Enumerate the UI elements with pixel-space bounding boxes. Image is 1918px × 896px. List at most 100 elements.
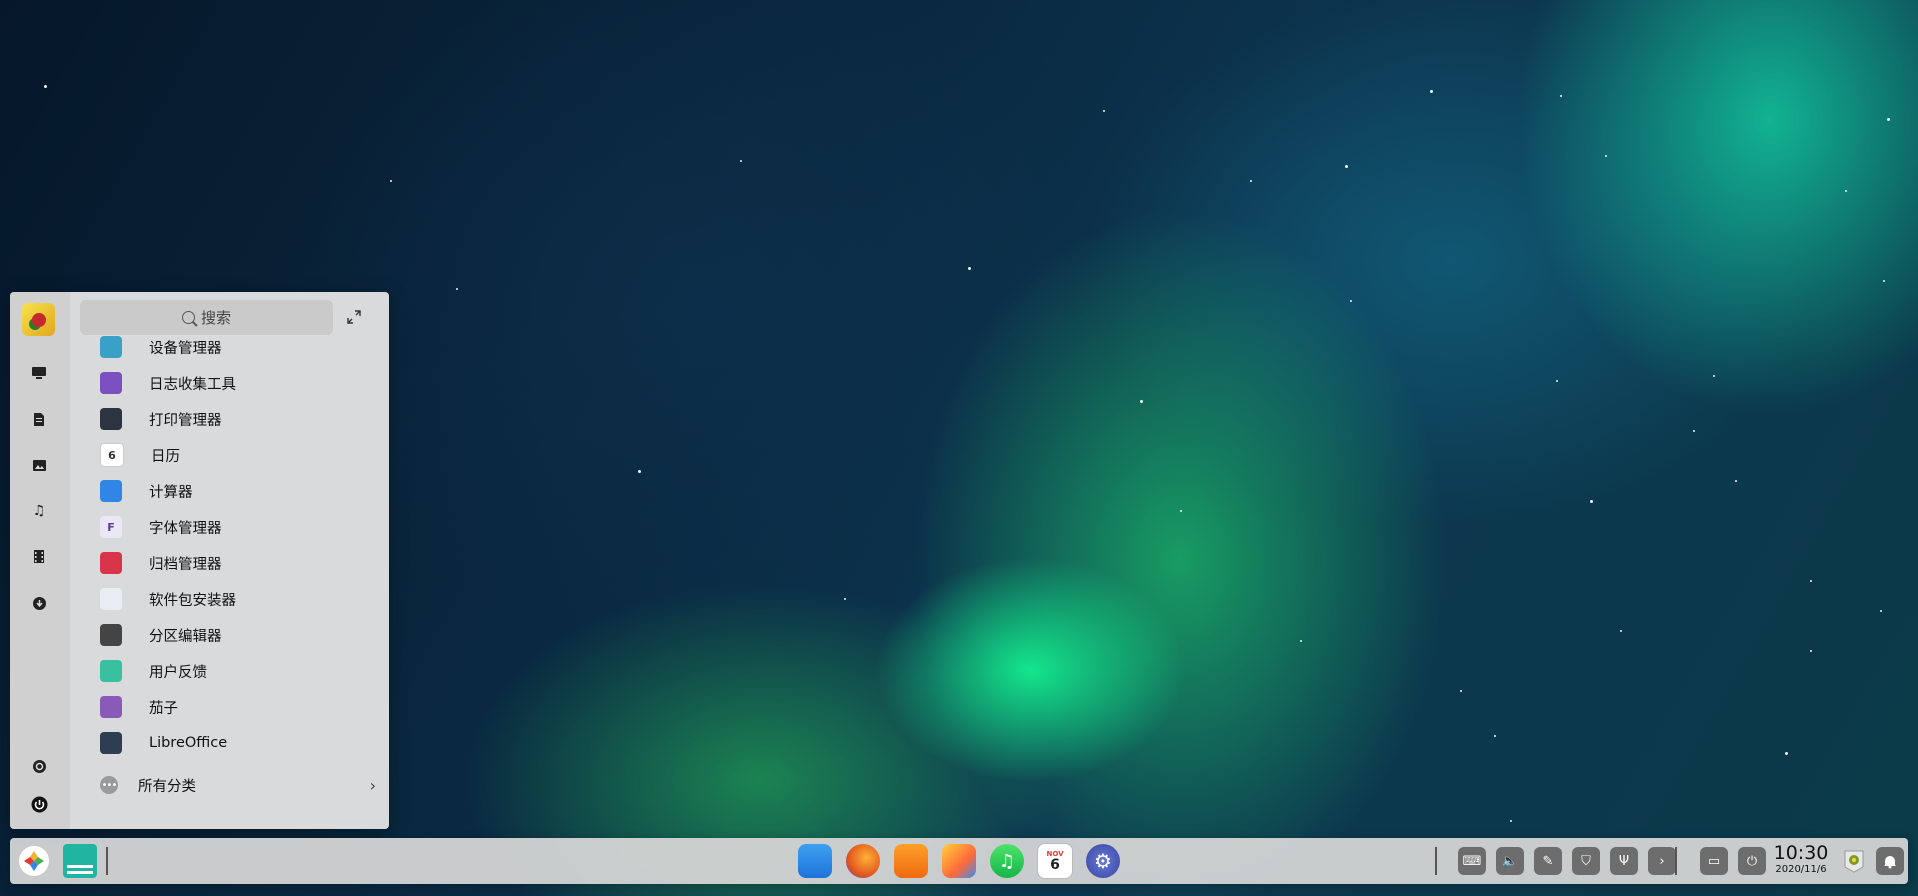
- firefox-icon: [846, 844, 880, 878]
- display-icon[interactable]: ▭: [1700, 847, 1728, 875]
- chevron-right-icon[interactable]: ›: [1648, 847, 1676, 875]
- app-store-icon: [894, 844, 928, 878]
- star: [1883, 280, 1885, 282]
- clock-time: 10:30: [1773, 842, 1829, 864]
- star: [1494, 735, 1496, 737]
- star: [1785, 752, 1788, 755]
- launcher-sidebar: ♫: [10, 292, 70, 829]
- file-manager-dock-button[interactable]: [797, 843, 833, 879]
- star: [1845, 190, 1847, 192]
- shield-icon[interactable]: ⛉: [1572, 847, 1600, 875]
- user-badge[interactable]: [1836, 843, 1872, 879]
- app-label: LibreOffice: [149, 735, 228, 751]
- star: [1140, 400, 1143, 403]
- all-categories-label: 所有分类: [138, 778, 196, 795]
- multitask-view-button[interactable]: [62, 843, 98, 879]
- app-item[interactable]: 日志收集工具: [88, 366, 378, 400]
- app-label: 日志收集工具: [149, 376, 236, 393]
- clock-date: 2020/11/6: [1775, 864, 1827, 875]
- power-icon[interactable]: [30, 795, 48, 813]
- computer-icon[interactable]: [30, 364, 48, 382]
- libreoffice-icon: [100, 732, 122, 754]
- log-collector-icon: [100, 372, 122, 394]
- star: [968, 267, 971, 270]
- star: [1810, 580, 1812, 582]
- notification-icon[interactable]: [1872, 843, 1908, 879]
- usb-icon[interactable]: Ψ: [1610, 847, 1638, 875]
- app-item[interactable]: 归档管理器: [88, 546, 378, 580]
- user-avatar[interactable]: [22, 303, 55, 336]
- fullscreen-toggle-icon[interactable]: [345, 308, 363, 326]
- star: [1620, 630, 1622, 632]
- feedback-icon: [100, 660, 122, 682]
- app-item[interactable]: 计算器: [88, 474, 378, 508]
- star: [44, 85, 47, 88]
- app-store-dock-button[interactable]: [893, 843, 929, 879]
- calculator-icon: [100, 480, 122, 502]
- device-manager-icon: [100, 336, 122, 358]
- taskbar: ♫ NOV 6 ⚙ ⌨ 🔈 ✎ ⛉ Ψ › ▭ ⏻ 10:30 2020/11/6: [10, 838, 1908, 884]
- videos-icon[interactable]: [30, 547, 48, 565]
- firefox-dock-button[interactable]: [845, 843, 881, 879]
- star: [1735, 480, 1737, 482]
- app-label: 分区编辑器: [149, 628, 222, 645]
- font-manager-icon: F: [100, 516, 122, 538]
- star: [844, 598, 846, 600]
- image-viewer-icon: [942, 844, 976, 878]
- launcher-button[interactable]: [16, 843, 52, 879]
- clock[interactable]: 10:30 2020/11/6: [1770, 842, 1832, 876]
- control-center-dock-button[interactable]: ⚙: [1085, 843, 1121, 879]
- pen-icon[interactable]: ✎: [1534, 847, 1562, 875]
- star: [1430, 90, 1433, 93]
- music-player-icon: ♫: [990, 844, 1024, 878]
- app-label: 字体管理器: [149, 520, 222, 537]
- app-item[interactable]: 软件包安装器: [88, 582, 378, 616]
- app-item[interactable]: 6 日历: [88, 438, 378, 472]
- app-label: 软件包安装器: [149, 592, 236, 609]
- image-viewer-dock-button[interactable]: [941, 843, 977, 879]
- app-item[interactable]: F 字体管理器: [88, 510, 378, 544]
- star: [1713, 375, 1715, 377]
- music-icon[interactable]: ♫: [30, 502, 48, 520]
- settings-icon[interactable]: [30, 757, 48, 775]
- star: [1350, 300, 1352, 302]
- star: [740, 160, 742, 162]
- app-label: 日历: [151, 448, 180, 465]
- app-label: 茄子: [149, 700, 178, 717]
- app-label: 用户反馈: [149, 664, 207, 681]
- app-label: 设备管理器: [149, 340, 222, 357]
- keyboard-icon[interactable]: ⌨: [1458, 847, 1486, 875]
- search-icon: [181, 311, 195, 324]
- documents-icon[interactable]: [30, 410, 48, 428]
- star: [1605, 155, 1607, 157]
- power-tray-icon[interactable]: ⏻: [1738, 847, 1766, 875]
- taskbar-separator: [1675, 847, 1677, 875]
- volume-icon[interactable]: 🔈: [1496, 847, 1524, 875]
- app-item[interactable]: LibreOffice: [88, 726, 378, 760]
- app-item[interactable]: 打印管理器: [88, 402, 378, 436]
- calendar-dock-dock-button[interactable]: NOV 6: [1037, 843, 1073, 879]
- app-item[interactable]: 茄子: [88, 690, 378, 724]
- star: [1345, 165, 1348, 168]
- star: [1693, 430, 1695, 432]
- downloads-icon[interactable]: [30, 594, 48, 612]
- star: [1180, 510, 1182, 512]
- partition-editor-icon: [100, 624, 122, 646]
- control-center-icon: ⚙: [1086, 844, 1120, 878]
- all-categories-button[interactable]: ••• 所有分类 ›: [88, 768, 388, 802]
- star: [1460, 690, 1462, 692]
- app-item[interactable]: 用户反馈: [88, 654, 378, 688]
- app-label: 打印管理器: [149, 412, 222, 429]
- package-installer-icon: [100, 588, 122, 610]
- cheese-icon: [100, 696, 122, 718]
- app-item[interactable]: 分区编辑器: [88, 618, 378, 652]
- taskbar-separator: [1435, 847, 1437, 875]
- star: [390, 180, 392, 182]
- more-icon: •••: [100, 776, 118, 794]
- file-manager-icon: [798, 844, 832, 878]
- music-player-dock-button[interactable]: ♫: [989, 843, 1025, 879]
- star: [1510, 820, 1512, 822]
- app-item[interactable]: 设备管理器: [88, 330, 378, 364]
- app-label: 归档管理器: [149, 556, 222, 573]
- pictures-icon[interactable]: [30, 456, 48, 474]
